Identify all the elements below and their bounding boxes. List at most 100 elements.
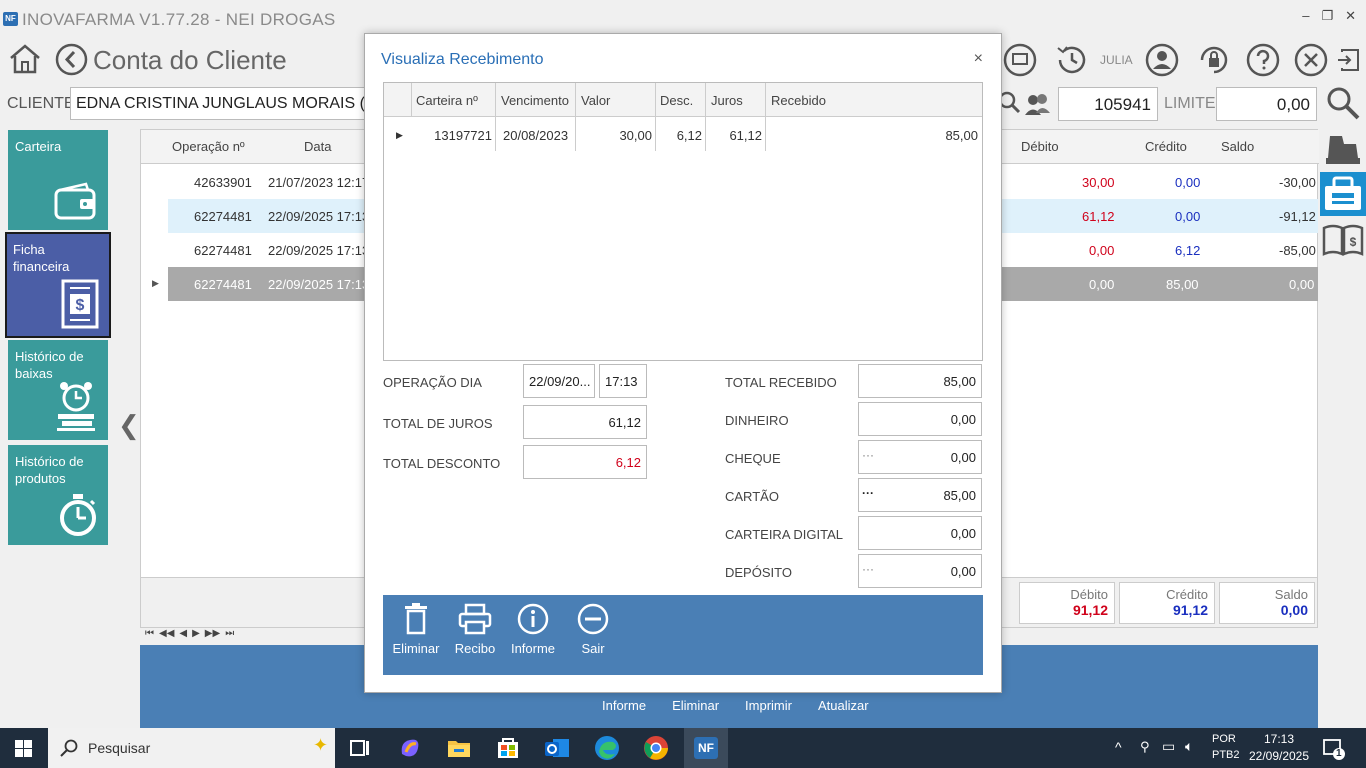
microsoft-store-icon[interactable] [494,734,522,762]
windows-start-icon[interactable] [15,740,32,757]
back-icon[interactable] [55,43,88,76]
edge-icon[interactable] [593,734,621,762]
last-record-icon[interactable]: ⏭ [225,628,234,639]
cartao-field[interactable]: 85,00 [858,478,982,512]
col-carteira[interactable]: Carteira nº [416,93,478,108]
col-vencimento[interactable]: Vencimento [501,93,569,108]
volume-icon[interactable]: 🔈︎ [1185,738,1193,755]
cash-register-icon[interactable] [1320,126,1366,170]
first-record-icon[interactable]: ⏮ [145,628,154,639]
history-icon[interactable] [1054,42,1090,78]
informe-button[interactable]: Informe [602,698,646,713]
dinheiro-field[interactable]: 0,00 [858,402,982,436]
chrome-icon[interactable] [642,734,670,762]
operacao-dia-label: OPERAÇÃO DIA [383,375,482,390]
lock-refresh-icon[interactable] [1196,42,1232,78]
prev-record-icon[interactable]: ◀ [179,628,187,639]
task-view-icon[interactable] [346,734,374,762]
user-icon[interactable] [1144,42,1180,78]
col-saldo[interactable]: Saldo [1221,139,1254,154]
logout-icon[interactable] [1336,42,1362,78]
deposito-field[interactable]: 0,00 [858,554,982,588]
limite-field[interactable]: 0,00 [1216,87,1317,121]
taskbar-search[interactable]: Pesquisar ✦ [48,728,335,768]
col-recebido[interactable]: Recebido [771,93,826,108]
tile-ficha-financeira[interactable]: Ficha financeira $ [5,232,111,338]
deposito-dots[interactable]: ··· [862,562,874,576]
col-juros[interactable]: Juros [711,93,743,108]
monitor-icon[interactable] [1002,42,1038,78]
ledger-book-icon[interactable]: $ [1320,218,1366,262]
eliminar-dialog-button[interactable]: Eliminar [386,603,446,656]
carteira-digital-label: CARTEIRA DIGITAL [725,527,843,542]
total-saldo-value: 0,00 [1280,602,1308,618]
eliminar-button[interactable]: Eliminar [672,698,719,713]
sair-button[interactable]: Sair [563,603,623,656]
restore-icon[interactable]: ❐ [1321,8,1333,24]
col-credito[interactable]: Crédito [1145,139,1187,154]
copilot-icon[interactable] [396,734,424,762]
search-icon[interactable] [1325,85,1361,121]
total-credito-label: Crédito [1166,587,1208,602]
search-client-icon[interactable] [995,88,1055,120]
total-desconto-field[interactable]: 6,12 [523,445,647,479]
col-valor[interactable]: Valor [581,93,610,108]
network-icon[interactable]: ⚲ [1140,739,1150,755]
taskbar: Pesquisar ✦ NF ^ ⚲ ▭ 🔈︎ POR PTB2 17:13 2… [0,728,1366,768]
recibo-button[interactable]: Recibo [445,603,505,656]
outlook-icon[interactable] [543,734,571,762]
receipt-row[interactable]: ▶ 13197721 20/08/2023 30,00 6,12 61,12 8… [384,118,982,152]
imprimir-button[interactable]: Imprimir [745,698,792,713]
total-saldo-label: Saldo [1274,587,1308,602]
tile-historico-produtos[interactable]: Histórico de produtos [8,445,108,545]
col-operacao[interactable]: Operação nº [172,139,245,154]
cartao-label: CARTÃO [725,489,779,504]
close-icon[interactable]: × [974,50,983,68]
display-icon[interactable]: ▭ [1162,738,1175,755]
trash-icon [405,603,427,635]
informe-dialog-button[interactable]: Informe [503,603,563,656]
prev-page-icon[interactable]: ◀◀ [159,628,174,639]
cell-credito: 0,00 [1175,175,1201,190]
total-recebido-field[interactable]: 85,00 [858,364,982,398]
show-hidden-icons-icon[interactable]: ^ [1115,739,1122,755]
home-icon[interactable] [8,42,42,76]
search-icon [60,739,78,757]
total-juros-field[interactable]: 61,12 [523,405,647,439]
header-toolbar: JULIA [996,40,1366,80]
next-record-icon[interactable]: ▶ [192,628,200,639]
close-circle-icon[interactable] [1293,42,1329,78]
customer-card-icon[interactable] [1320,172,1366,216]
tile-historico-baixas[interactable]: Histórico de baixas [8,340,108,440]
cell-saldo: -91,12 [1279,209,1316,224]
close-window-icon[interactable]: ✕ [1345,8,1356,24]
client-name-field[interactable]: EDNA CRISTINA JUNGLAUS MORAIS (NEG [70,87,370,120]
file-explorer-icon[interactable] [445,734,473,762]
client-code-field[interactable]: 105941 [1058,87,1158,121]
tile-carteira[interactable]: Carteira [8,130,108,230]
cartao-dots[interactable]: ··· [862,486,874,500]
col-data[interactable]: Data [304,139,331,154]
atualizar-button[interactable]: Atualizar [818,698,869,713]
visualiza-recebimento-dialog: Visualiza Recebimento × Carteira nº Venc… [364,33,1002,693]
carteira-digital-field[interactable]: 0,00 [858,516,982,550]
col-desc[interactable]: Desc. [660,93,693,108]
help-icon[interactable] [1245,42,1281,78]
total-credito: Crédito 91,12 [1119,582,1215,624]
recibo-label: Recibo [454,641,496,656]
minimize-icon[interactable]: – [1302,8,1309,24]
cheque-field[interactable]: 0,00 [858,440,982,474]
cheque-dots[interactable]: ··· [862,448,874,462]
clock[interactable]: 17:13 22/09/2025 [1248,732,1310,763]
col-debito[interactable]: Débito [1021,139,1059,154]
language-indicator[interactable]: POR PTB2 [1212,733,1240,761]
collapse-chevron-icon[interactable]: ❮ [118,410,140,441]
operacao-data-field[interactable]: 22/09/20... [523,364,595,398]
limite-label: LIMITE [1164,95,1216,112]
inovafarma-taskbar-button[interactable]: NF [684,728,728,768]
clock-date: 22/09/2025 [1248,749,1310,763]
deposito-label: DEPÓSITO [725,565,792,580]
next-page-icon[interactable]: ▶▶ [205,628,220,639]
operacao-hora-field[interactable]: 17:13 [599,364,647,398]
notifications-icon[interactable] [1322,738,1346,760]
